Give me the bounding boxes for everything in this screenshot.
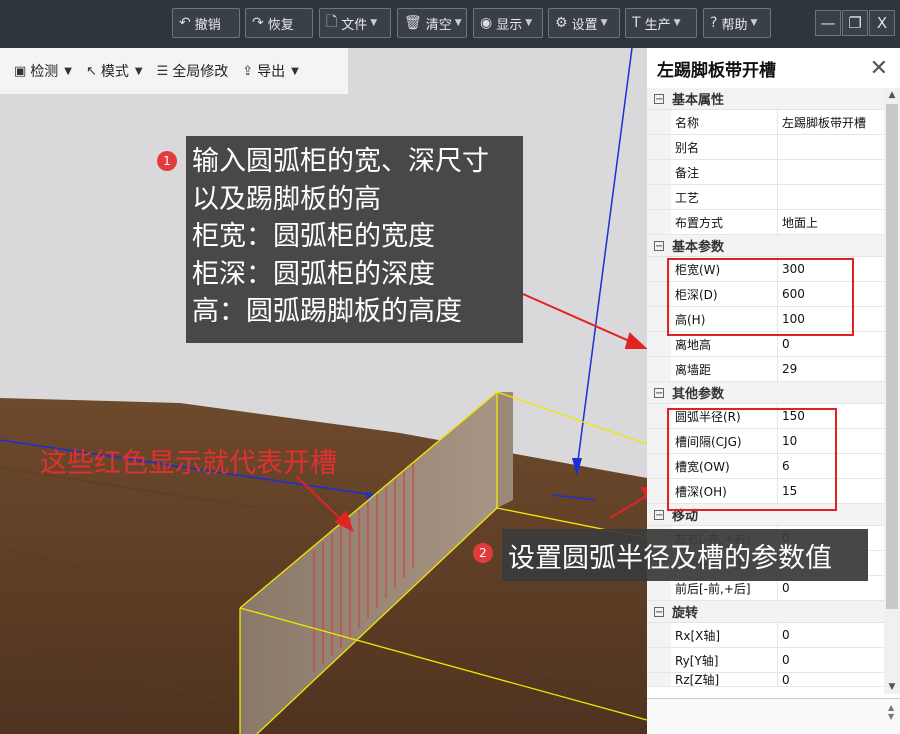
chevron-down-icon: ▼	[291, 65, 299, 77]
close-icon[interactable]: ✕	[870, 56, 888, 81]
highlight-basic-params	[667, 258, 854, 336]
board-end	[497, 392, 513, 508]
global-edit-button[interactable]: ☰ 全局修改	[157, 61, 229, 81]
minimize-button[interactable]: —	[815, 10, 841, 36]
property-row[interactable]: Rx[X轴] 0	[647, 623, 884, 648]
callout-dimensions: 输入圆弧柜的宽、深尺寸 以及踢脚板的高 柜宽：圆弧柜的宽度 柜深：圆弧柜的深度 …	[186, 136, 523, 343]
grid-icon: ▣	[14, 63, 27, 79]
undo-icon: ↶	[179, 15, 191, 31]
collapse-icon[interactable]: −	[654, 240, 664, 251]
help-icon: ?	[710, 15, 718, 31]
property-list: − 基本属性 名称 左踢脚板带开槽 别名 备注 工艺 布置方式 地面上 − 基本参数 柜…	[647, 88, 884, 687]
display-menu[interactable]: ◉ 显示 ▼	[473, 8, 543, 38]
property-row[interactable]: Rz[Z轴] 0	[647, 673, 884, 687]
scroll-thumb[interactable]	[886, 104, 898, 609]
chevron-down-icon: ▼	[64, 65, 72, 77]
chevron-down-icon: ▼	[370, 18, 378, 28]
sub-toolbar: ▣ 检测 ▼ ↖ 模式 ▼ ☰ 全局修改 ⇪ 导出 ▼	[0, 48, 348, 94]
chevron-down-icon: ▼	[673, 18, 681, 28]
chevron-down-icon: ▼	[134, 65, 143, 77]
property-panel: 左踢脚板带开槽 ✕ − 基本属性 名称 左踢脚板带开槽 别名 备注 工艺 布置方式地…	[647, 48, 900, 734]
section-basic-attributes[interactable]: − 基本属性	[647, 88, 884, 110]
hammer-icon: T	[632, 15, 641, 31]
clear-menu[interactable]: 🗑 清空 ▼	[397, 8, 467, 38]
export-icon: ⇪	[242, 63, 254, 79]
chevron-down-icon: ▼	[525, 18, 533, 28]
close-window-button[interactable]: X	[869, 10, 895, 36]
section-other-parameters[interactable]: − 其他参数	[647, 382, 884, 404]
description-box: ▲ ▼	[647, 698, 900, 734]
collapse-icon[interactable]: −	[654, 387, 664, 398]
property-row[interactable]: Ry[Y轴] 0	[647, 648, 884, 673]
step-badge-2: 2	[473, 543, 493, 563]
panel-scrollbar[interactable]: ▲ ▼	[884, 88, 900, 694]
detect-menu[interactable]: ▣ 检测 ▼	[14, 61, 72, 81]
property-row[interactable]: 工艺	[647, 185, 884, 210]
callout-line: 柜深：圆弧柜的深度	[192, 258, 435, 290]
settings-menu[interactable]: ⚙ 设置 ▼	[548, 8, 620, 38]
property-row[interactable]: 布置方式 地面上	[647, 210, 884, 235]
cursor-icon: ↖	[86, 63, 97, 79]
mode-menu[interactable]: ↖ 模式 ▼	[86, 61, 143, 81]
property-row[interactable]: 离墙距 29	[647, 357, 884, 382]
sliders-icon: ☰	[156, 63, 169, 79]
panel-title: 左踢脚板带开槽	[657, 60, 776, 81]
callout-line: 高：圆弧踢脚板的高度	[192, 296, 462, 327]
redo-button[interactable]: ↷ 恢复	[245, 8, 313, 38]
property-row[interactable]: 别名	[647, 135, 884, 160]
redo-icon: ↷	[252, 15, 264, 31]
export-menu[interactable]: ⇪ 导出 ▼	[242, 61, 299, 81]
eye-icon: ◉	[480, 15, 493, 31]
collapse-icon[interactable]: −	[654, 606, 664, 617]
section-rotate[interactable]: − 旋转	[647, 601, 884, 623]
gear-icon: ⚙	[555, 15, 568, 31]
property-row[interactable]: 名称 左踢脚板带开槽	[647, 110, 884, 135]
scroll-arrows-icon[interactable]: ▲ ▼	[888, 703, 898, 731]
callout-line: 柜宽：圆弧柜的宽度	[192, 221, 435, 252]
scroll-down-icon[interactable]: ▼	[884, 680, 900, 694]
collapse-icon[interactable]: −	[654, 509, 664, 520]
undo-button[interactable]: ↶ 撤销	[172, 8, 240, 38]
callout-line: 输入圆弧柜的宽、深尺寸	[192, 146, 489, 177]
file-icon: 🗋	[326, 14, 338, 30]
restore-button[interactable]: ❐	[842, 10, 868, 36]
step-badge-1: 1	[157, 151, 177, 171]
production-menu[interactable]: T 生产 ▼	[625, 8, 697, 38]
callout-line: 以及踢脚板的高	[192, 183, 381, 215]
chevron-down-icon: ▼	[600, 18, 608, 28]
groove-note: 这些红色显示就代表开槽	[40, 448, 337, 479]
top-toolbar: ↶ 撤销 ↷ 恢复 🗋 文件 ▼ 🗑 清空 ▼ ◉ 显示 ▼ ⚙ 设置 ▼ T 生产 ▼ ? 帮助 ▼ — …	[0, 0, 900, 48]
help-menu[interactable]: ? 帮助 ▼	[703, 8, 771, 38]
collapse-icon[interactable]: −	[654, 93, 664, 104]
trash-icon: 🗑	[404, 15, 422, 31]
section-basic-parameters[interactable]: − 基本参数	[647, 235, 884, 257]
file-menu[interactable]: 🗋 文件 ▼	[319, 8, 391, 38]
highlight-other-params	[667, 408, 837, 511]
chevron-down-icon: ▼	[750, 18, 758, 28]
callout-arc-params: 设置圆弧半径及槽的参数值	[502, 529, 868, 581]
chevron-down-icon: ▼	[454, 18, 462, 28]
property-row[interactable]: 备注	[647, 160, 884, 185]
scroll-up-icon[interactable]: ▲	[884, 88, 900, 102]
